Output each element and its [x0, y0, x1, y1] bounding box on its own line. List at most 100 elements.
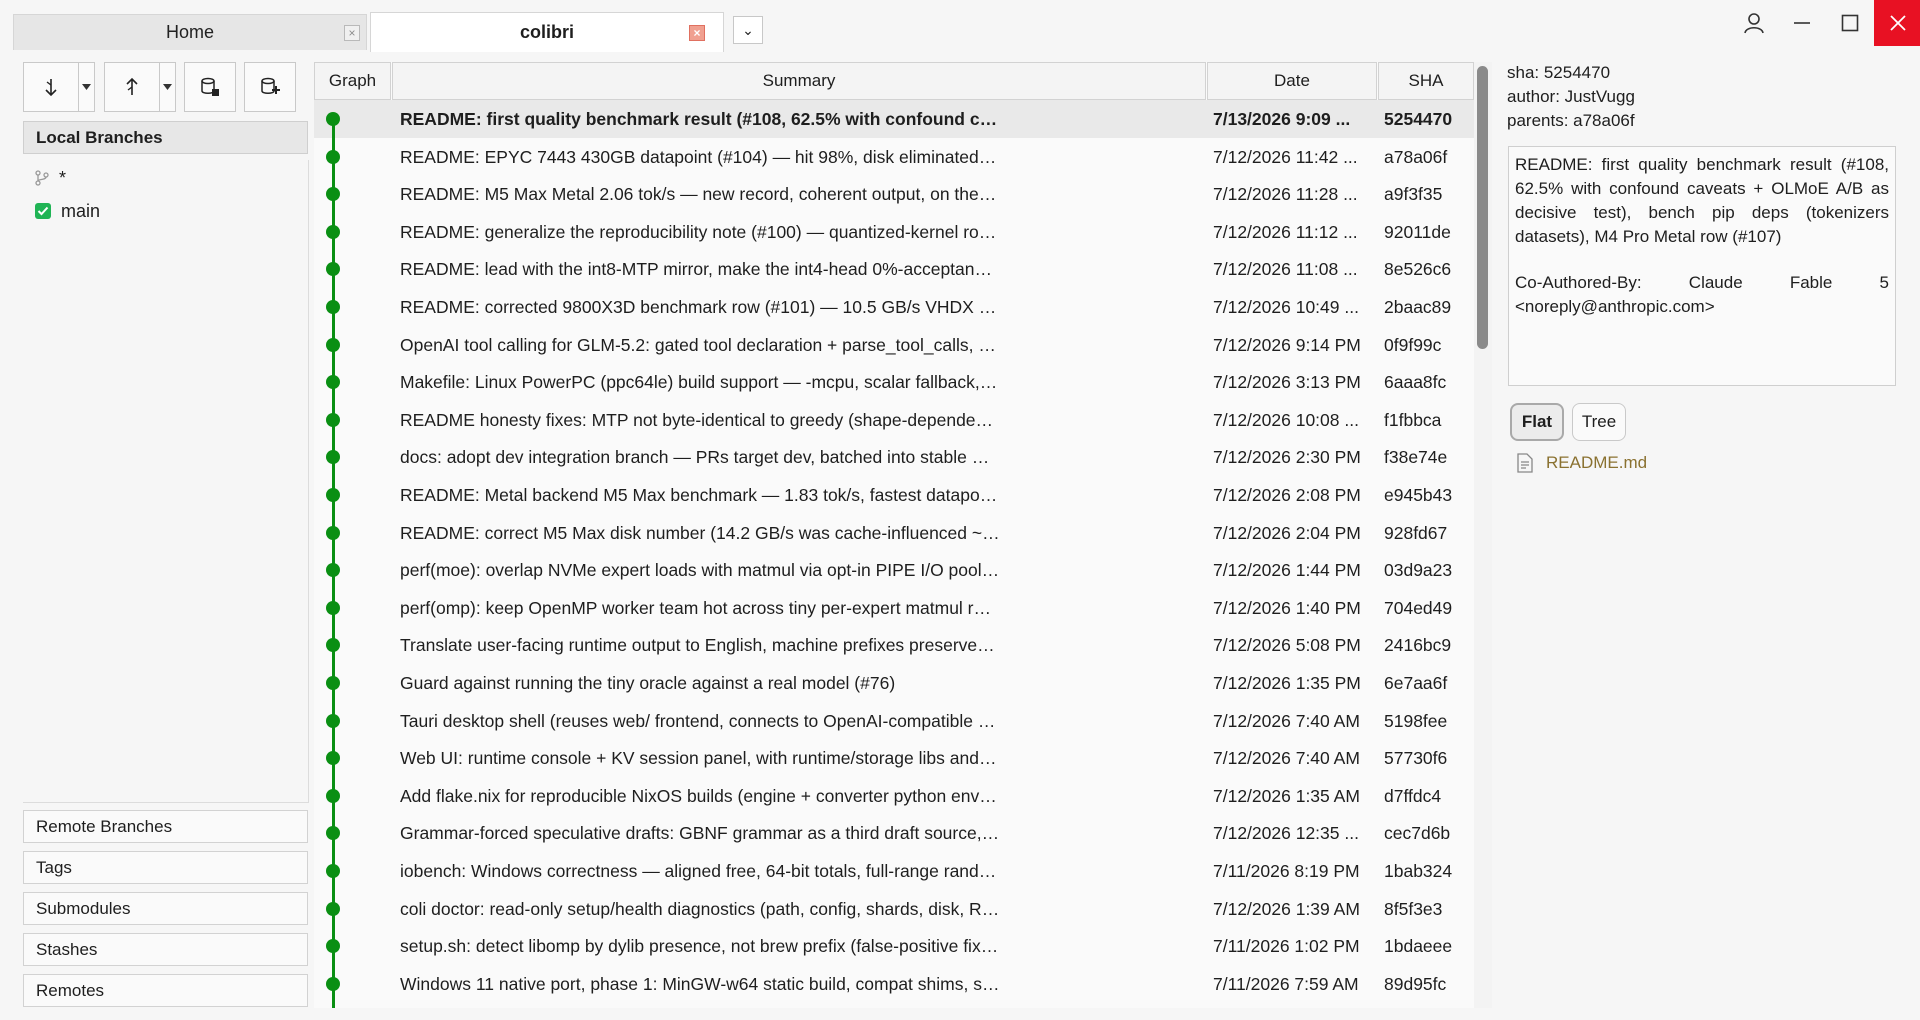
commit-summary: README: M5 Max Metal 2.06 tok/s — new re…	[400, 184, 1000, 205]
commit-summary: README: first quality benchmark result (…	[400, 109, 1000, 129]
remotes-header[interactable]: Remotes	[23, 974, 308, 1007]
table-row[interactable]: README: Metal backend M5 Max benchmark —…	[314, 476, 1474, 514]
fetch-dropdown-button[interactable]	[79, 62, 95, 112]
graph-column-header[interactable]: Graph	[314, 62, 391, 100]
tab-dropdown-button[interactable]: ⌄	[733, 16, 763, 44]
table-row[interactable]: perf(omp): keep OpenMP worker team hot a…	[314, 589, 1474, 627]
commit-sha: d7ffdc4	[1384, 785, 1442, 806]
branch-item-head[interactable]: *	[35, 166, 66, 190]
table-row[interactable]: README: M5 Max Metal 2.06 tok/s — new re…	[314, 175, 1474, 213]
fetch-button[interactable]	[23, 62, 79, 112]
minimize-button[interactable]	[1778, 0, 1826, 46]
commit-sha: 5198fee	[1384, 710, 1448, 731]
table-row[interactable]: README honesty fixes: MTP not byte-ident…	[314, 401, 1474, 439]
commit-date: 7/12/2026 7:40 AM	[1213, 748, 1360, 769]
table-row[interactable]: docs: adopt dev integration branch — PRs…	[314, 438, 1474, 476]
commit-sha: a78a06f	[1384, 146, 1448, 167]
commit-summary: README: EPYC 7443 430GB datapoint (#104)…	[400, 146, 1000, 167]
table-row[interactable]: OpenAI tool calling for GLM-5.2: gated t…	[314, 326, 1474, 364]
tab-home[interactable]: Home ×	[13, 14, 367, 50]
commit-sha: 6e7aa6f	[1384, 673, 1448, 693]
tags-header[interactable]: Tags	[23, 851, 308, 884]
table-row[interactable]: perf(moe): overlap NVMe expert loads wit…	[314, 551, 1474, 589]
button-label: Tree	[1581, 412, 1617, 431]
commit-summary: README: correct M5 Max disk number (14.2…	[400, 522, 1000, 543]
commit-date: 7/11/2026 1:02 PM	[1213, 936, 1360, 957]
table-row[interactable]: Web UI: runtime console + KV session pan…	[314, 739, 1474, 777]
commit-summary: Tauri desktop shell (reuses web/ fronten…	[400, 710, 1000, 731]
graph-line	[332, 113, 335, 1008]
table-row[interactable]: README: EPYC 7443 430GB datapoint (#104)…	[314, 138, 1474, 176]
commit-sha: 03d9a23	[1384, 560, 1453, 581]
chevron-down-icon	[82, 84, 91, 90]
section-label: Submodules	[36, 898, 131, 918]
commit-sha: e945b43	[1384, 485, 1453, 505]
commit-table: Graph Summary Date SHA README: first qua…	[314, 62, 1474, 1008]
header-label: Date	[1274, 71, 1310, 90]
commit-date: 7/12/2026 1:44 PM	[1213, 560, 1361, 581]
push-dropdown-button[interactable]	[160, 62, 176, 112]
table-row[interactable]: Guard against running the tiny oracle ag…	[314, 664, 1474, 702]
summary-column-header[interactable]: Summary	[392, 62, 1206, 100]
stash-button[interactable]	[184, 62, 236, 112]
remote-branches-header[interactable]: Remote Branches	[23, 810, 308, 843]
table-row[interactable]: README: corrected 9800X3D benchmark row …	[314, 288, 1474, 326]
table-row[interactable]: setup.sh: detect libomp by dylib presenc…	[314, 927, 1474, 965]
tab-home-label: Home	[165, 22, 214, 42]
table-row[interactable]: Add flake.nix for reproducible NixOS bui…	[314, 777, 1474, 815]
commit-message-box[interactable]: README: first quality benchmark result (…	[1508, 146, 1896, 386]
table-row[interactable]: Grammar-forced speculative drafts: GBNF …	[314, 814, 1474, 852]
table-row[interactable]: README: lead with the int8-MTP mirror, m…	[314, 250, 1474, 288]
section-label: Remote Branches	[36, 816, 173, 836]
table-row[interactable]: iobench: Windows correctness — aligned f…	[314, 852, 1474, 890]
branch-label: *	[59, 167, 67, 188]
table-row[interactable]: coli doctor: read-only setup/health diag…	[314, 890, 1474, 928]
sha-column-header[interactable]: SHA	[1378, 62, 1474, 100]
commit-sha: 2baac89	[1384, 297, 1452, 317]
checkbox-checked-icon	[35, 203, 51, 219]
commit-summary: Guard against running the tiny oracle ag…	[400, 673, 896, 693]
table-row[interactable]: Tauri desktop shell (reuses web/ fronten…	[314, 702, 1474, 740]
chevron-down-icon: ⌄	[742, 22, 754, 38]
tab-colibri[interactable]: colibri ×	[370, 12, 724, 52]
table-row[interactable]: README: generalize the reproducibility n…	[314, 213, 1474, 251]
stash-pop-button[interactable]	[244, 62, 296, 112]
table-row[interactable]: README: first quality benchmark result (…	[314, 100, 1474, 138]
commit-message-trailer: Co-Authored-By: Claude Fable 5 <noreply@…	[1515, 273, 1889, 316]
close-window-button[interactable]	[1874, 0, 1920, 46]
push-button[interactable]	[104, 62, 160, 112]
tab-home-close-icon[interactable]: ×	[344, 25, 360, 41]
branch-label: main	[61, 200, 101, 221]
table-row[interactable]: Translate user-facing runtime output to …	[314, 626, 1474, 664]
stash-icon	[201, 77, 219, 96]
changed-file-item[interactable]: README.md	[1516, 450, 1647, 476]
submodules-header[interactable]: Submodules	[23, 892, 308, 925]
commit-summary: docs: adopt dev integration branch — PRs…	[400, 447, 1000, 468]
tree-view-button[interactable]: Tree	[1572, 403, 1626, 441]
commit-date: 7/12/2026 10:49 ...	[1213, 297, 1359, 317]
local-branches-header[interactable]: Local Branches	[23, 121, 308, 154]
date-column-header[interactable]: Date	[1207, 62, 1377, 100]
account-button[interactable]	[1730, 0, 1778, 46]
commit-date: 7/12/2026 2:04 PM	[1213, 522, 1361, 543]
commit-summary: Windows 11 native port, phase 1: MinGW-w…	[400, 973, 1000, 994]
flat-view-button[interactable]: Flat	[1510, 403, 1564, 441]
scrollbar-thumb[interactable]	[1477, 66, 1488, 349]
table-row[interactable]: Makefile: Linux PowerPC (ppc64le) build …	[314, 363, 1474, 401]
branch-item-main[interactable]: main	[35, 198, 100, 224]
parents-line: parents: a78a06f	[1507, 111, 1635, 130]
tab-colibri-label: colibri	[519, 22, 574, 42]
tab-bar: Home × colibri × ⌄	[0, 0, 1920, 60]
table-row[interactable]: README: correct M5 Max disk number (14.2…	[314, 514, 1474, 552]
commit-sha: 1bab324	[1384, 861, 1453, 881]
commit-date: 7/12/2026 1:39 AM	[1213, 898, 1360, 919]
commit-sha: a9f3f35	[1384, 184, 1443, 205]
maximize-button[interactable]	[1826, 0, 1874, 46]
header-label: SHA	[1408, 71, 1444, 90]
commit-date: 7/13/2026 9:09 ...	[1213, 109, 1351, 129]
tab-colibri-close-icon[interactable]: ×	[689, 25, 705, 41]
commit-date: 7/12/2026 10:08 ...	[1213, 409, 1359, 430]
table-row[interactable]: Windows 11 native port, phase 1: MinGW-w…	[314, 965, 1474, 1003]
stashes-header[interactable]: Stashes	[23, 933, 308, 966]
branches-panel: * main	[23, 160, 309, 803]
